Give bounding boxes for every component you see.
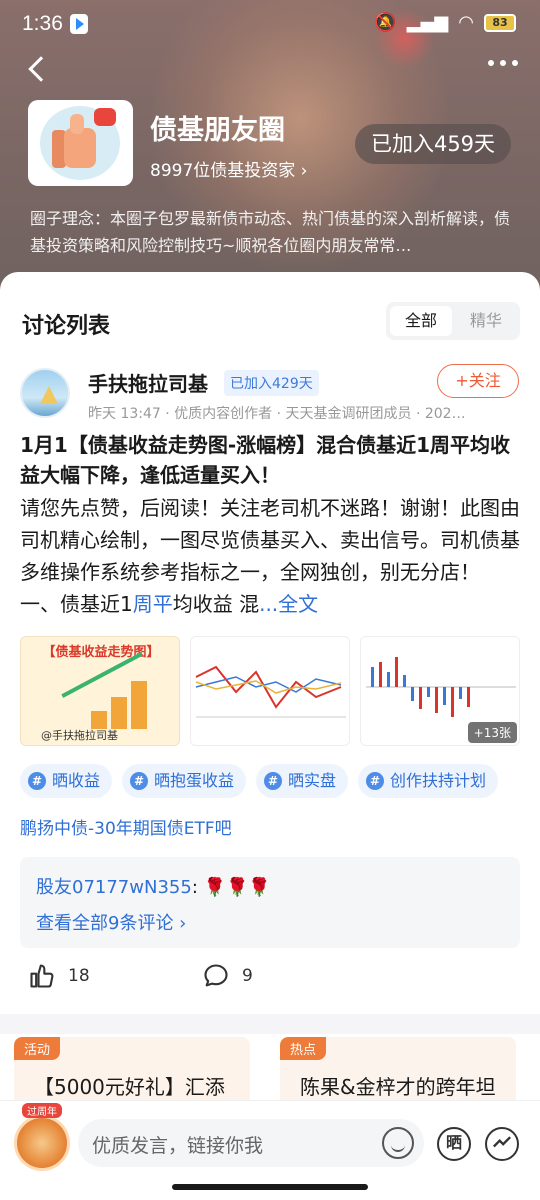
hot-badge: 热点 xyxy=(280,1037,327,1060)
post-meta: 昨天 13:47 · 优质内容创作者 · 天天基金调研团成员 · 202… xyxy=(88,406,466,422)
author-avatar[interactable] xyxy=(20,368,70,418)
comment-input[interactable]: 优质发言，链接你我 xyxy=(78,1119,424,1167)
tag-label: 晒抱蛋收益 xyxy=(154,771,235,790)
chevron-left-icon xyxy=(28,56,54,82)
view-all-comments[interactable]: 查看全部9条评论 › xyxy=(36,909,186,935)
filter-segment: 全部 精华 xyxy=(386,302,520,340)
more-dot xyxy=(512,60,518,66)
hash-icon: # xyxy=(130,772,149,790)
post-image-2[interactable] xyxy=(190,636,350,746)
heart-icon xyxy=(94,108,116,126)
tag-item[interactable]: # 晒收益 xyxy=(20,764,113,798)
joined-days-badge: 已加入459天 xyxy=(355,124,511,164)
members-count: 8997位债基投资家 xyxy=(150,161,296,181)
status-time: 1:36 xyxy=(22,12,63,35)
like-count: 18 xyxy=(68,966,90,986)
back-button[interactable] xyxy=(24,54,56,86)
tag-label: 晒收益 xyxy=(52,771,101,790)
fund-bar-link[interactable]: 鹏扬中债-30年期国债ETF吧 xyxy=(20,814,232,839)
chevron-right-icon: › xyxy=(300,161,308,181)
tag-item[interactable]: # 创作扶持计划 xyxy=(358,764,499,798)
post-tags: # 晒收益 # 晒抱蛋收益 # 晒实盘 # 创作扶持计划 xyxy=(20,764,499,798)
comment-user[interactable]: 股友07177wN355 xyxy=(36,877,192,898)
post-title[interactable]: 1月1【债基收益走势图-涨幅榜】混合债基近1周平均收益大幅下降，逢低适量买入！ xyxy=(20,430,525,490)
group-title: 债基朋友圈 xyxy=(150,115,285,146)
activity-badge: 活动 xyxy=(14,1037,61,1060)
post-actions: 18 9 xyxy=(28,962,328,998)
input-placeholder: 优质发言，链接你我 xyxy=(92,1135,264,1157)
group-description[interactable]: 圈子理念：本圈子包罗最新债市动态、热门债基的深入剖析解读，债基投资策略和风险控制… xyxy=(30,205,520,259)
post-body-tail: 均收益 混 xyxy=(172,592,260,616)
image-caption: @手扶拖拉司基 xyxy=(41,729,118,742)
author-joined-badge: 已加入429天 xyxy=(224,370,319,396)
mute-icon: 🔕 xyxy=(374,12,397,33)
home-indicator xyxy=(172,1184,368,1190)
post-images: 【债基收益走势图】 @手扶拖拉司基 +13张 xyxy=(20,636,520,746)
play-store-icon xyxy=(70,14,88,34)
comment-button[interactable]: 9 xyxy=(202,962,253,990)
tab-featured[interactable]: 精华 xyxy=(456,306,516,336)
trend-button[interactable] xyxy=(485,1127,519,1161)
like-button[interactable]: 18 xyxy=(28,962,90,990)
line-chart-thumbnail xyxy=(195,665,346,718)
follow-button[interactable]: +关注 xyxy=(437,364,519,398)
more-images-count: +13张 xyxy=(467,722,517,743)
group-members-link[interactable]: 8997位债基投资家 › xyxy=(150,156,307,181)
comment-count: 9 xyxy=(242,966,253,986)
comment-preview[interactable]: 股友07177wN355: 🌹🌹🌹 查看全部9条评论 › xyxy=(20,857,520,948)
comment-line: 股友07177wN355: 🌹🌹🌹 xyxy=(36,873,271,899)
section-divider xyxy=(0,1014,540,1034)
full-text-link[interactable]: ...全文 xyxy=(259,592,318,616)
wifi-icon: ◠ xyxy=(458,12,474,33)
post-body[interactable]: 请您先点赞，后阅读！关注老司机不迷路！谢谢！此图由司机精心绘制，一图尽览债基买入… xyxy=(20,492,525,620)
tab-all[interactable]: 全部 xyxy=(390,306,452,336)
trend-icon xyxy=(493,1136,511,1148)
discussion-panel: 讨论列表 全部 精华 手扶拖拉司基 已加入429天 +关注 昨天 13:47 ·… xyxy=(0,272,540,1200)
hash-icon: # xyxy=(264,772,283,790)
avatar-anniversary-tag: 过周年 xyxy=(22,1103,62,1118)
emoji-icon[interactable] xyxy=(382,1127,414,1159)
status-icons: 🔕 ▂▄▆ ◠ 83 xyxy=(374,12,516,33)
share-earnings-button[interactable]: 晒 xyxy=(437,1127,471,1161)
post-author[interactable]: 手扶拖拉司基 xyxy=(88,368,208,397)
discussion-list-title: 讨论列表 xyxy=(22,314,111,339)
post-image-1[interactable]: 【债基收益走势图】 @手扶拖拉司基 xyxy=(20,636,180,746)
battery-icon: 83 xyxy=(484,13,516,32)
tag-label: 创作扶持计划 xyxy=(390,771,487,790)
more-options-button[interactable] xyxy=(488,60,518,66)
hash-icon: # xyxy=(28,772,46,790)
status-bar: 1:36 🔕 ▂▄▆ ◠ 83 xyxy=(0,0,540,48)
signal-icon: ▂▄▆ xyxy=(406,12,449,33)
hot-topic-text: 陈果&金梓才的跨年坦 xyxy=(300,1075,496,1099)
tag-label: 晒实盘 xyxy=(288,771,337,790)
tag-item[interactable]: # 晒抱蛋收益 xyxy=(122,764,247,798)
tag-item[interactable]: # 晒实盘 xyxy=(256,764,349,798)
group-avatar xyxy=(28,100,133,186)
post-image-3[interactable]: +13张 xyxy=(360,636,520,746)
thumb-up-icon xyxy=(30,964,54,988)
comment-text: : 🌹🌹🌹 xyxy=(191,877,271,898)
activity-text: 【5000元好礼】汇添 xyxy=(34,1075,225,1099)
post-body-link[interactable]: 周平 xyxy=(133,592,173,616)
more-dot xyxy=(500,60,506,66)
more-dot xyxy=(488,60,494,66)
hash-icon: # xyxy=(366,772,385,790)
user-avatar[interactable] xyxy=(14,1115,70,1171)
image-title: 【债基收益走势图】 xyxy=(42,645,160,660)
comment-bubble-icon xyxy=(204,964,228,987)
